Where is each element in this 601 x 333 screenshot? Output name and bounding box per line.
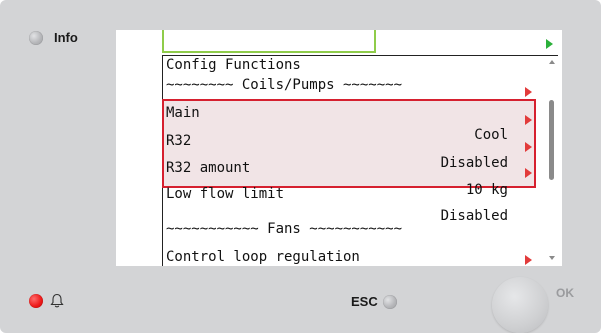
menu-row-control-loop-value[interactable]: No <box>166 248 538 266</box>
row-arrow-icon[interactable] <box>525 142 532 152</box>
menu-row-main[interactable]: Main Cool <box>166 80 538 143</box>
ok-label: OK <box>556 286 574 300</box>
menu-row-low-flow-limit[interactable]: Low flow limit Disabled <box>166 161 538 224</box>
row-arrow-icon[interactable] <box>525 168 532 178</box>
row-arrow-icon[interactable] <box>525 115 532 125</box>
esc-button-label[interactable]: ESC <box>351 294 378 309</box>
scrollbar-thumb[interactable] <box>549 100 554 180</box>
scroll-down-icon[interactable] <box>549 256 555 260</box>
row-arrow-icon[interactable] <box>525 87 532 97</box>
alarm-led <box>29 294 43 308</box>
alarm-bell-icon[interactable] <box>50 293 64 309</box>
esc-button[interactable] <box>383 295 397 309</box>
section-header-fans: ~~~~~~~~~~~ Fans ~~~~~~~~~~~ <box>166 221 403 237</box>
info-led <box>29 31 43 45</box>
ok-knob[interactable] <box>492 277 548 333</box>
controller-panel: Info Config Functions ~~~~~~~~ Coils/Pum… <box>0 0 601 333</box>
info-button-label[interactable]: Info <box>54 30 78 45</box>
menu-row-r32-amount[interactable]: R32 amount 10 kg <box>166 135 538 198</box>
header-next-arrow-icon[interactable] <box>546 39 553 49</box>
menu-row-r32[interactable]: R32 Disabled <box>166 108 538 171</box>
scroll-up-icon[interactable] <box>549 60 555 64</box>
display-screen: Config Functions ~~~~~~~~ Coils/Pumps ~~… <box>116 30 562 266</box>
section-header-coils-pumps: ~~~~~~~~ Coils/Pumps ~~~~~~~ <box>166 77 403 93</box>
row-arrow-icon[interactable] <box>525 255 532 265</box>
scrollbar[interactable] <box>548 60 556 260</box>
screen-title-row[interactable]: Config Functions <box>166 32 538 73</box>
menu-row-control-loop-regulation[interactable]: Control loop regulation <box>166 224 538 265</box>
